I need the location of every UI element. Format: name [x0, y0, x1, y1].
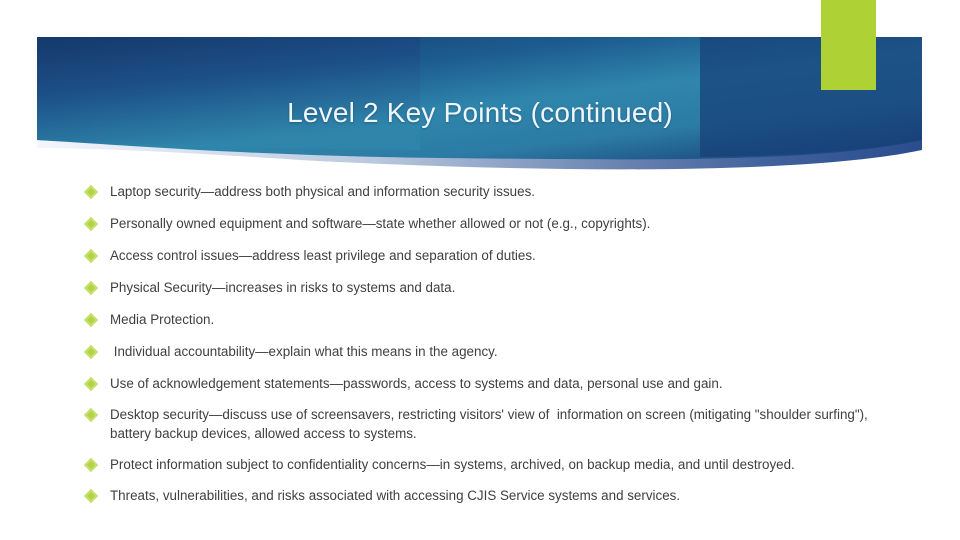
bullet-list: Laptop security—address both physical an…: [83, 182, 884, 517]
diamond-bullet-icon: [83, 407, 99, 423]
list-item-text: Use of acknowledgement statements—passwo…: [110, 376, 723, 391]
list-item-text: Desktop security—discuss use of screensa…: [110, 407, 872, 441]
list-item-text: Media Protection.: [110, 312, 215, 327]
green-accent-bar: [821, 0, 876, 90]
header-banner-decoration: [0, 0, 960, 180]
diamond-bullet-icon: [83, 184, 99, 200]
list-item: Physical Security—increases in risks to …: [83, 278, 884, 297]
list-item-text: Access control issues—address least priv…: [110, 248, 536, 263]
list-item: Protect information subject to confident…: [83, 455, 884, 474]
list-item-text: Physical Security—increases in risks to …: [110, 280, 456, 295]
diamond-bullet-icon: [83, 488, 99, 504]
diamond-bullet-icon: [83, 248, 99, 264]
list-item-text: Threats, vulnerabilities, and risks asso…: [110, 488, 681, 503]
diamond-bullet-icon: [83, 312, 99, 328]
diamond-bullet-icon: [83, 376, 99, 392]
diamond-bullet-icon: [83, 457, 99, 473]
list-item-text: Personally owned equipment and software—…: [110, 216, 651, 231]
list-item: Use of acknowledgement statements—passwo…: [83, 374, 884, 393]
diamond-bullet-icon: [83, 216, 99, 232]
list-item-text: Laptop security—address both physical an…: [110, 184, 535, 199]
list-item: Media Protection.: [83, 310, 884, 329]
list-item: Laptop security—address both physical an…: [83, 182, 884, 201]
list-item-text: Individual accountability—explain what t…: [110, 344, 498, 359]
list-item: Threats, vulnerabilities, and risks asso…: [83, 486, 884, 505]
diamond-bullet-icon: [83, 344, 99, 360]
list-item: Individual accountability—explain what t…: [83, 342, 884, 361]
diamond-bullet-icon: [83, 280, 99, 296]
list-item: Personally owned equipment and software—…: [83, 214, 884, 233]
list-item-text: Protect information subject to confident…: [110, 457, 795, 472]
presentation-slide: Level 2 Key Points (continued) Laptop se…: [0, 0, 960, 540]
list-item: Desktop security—discuss use of screensa…: [83, 405, 884, 443]
list-item: Access control issues—address least priv…: [83, 246, 884, 265]
slide-title: Level 2 Key Points (continued): [287, 97, 673, 128]
